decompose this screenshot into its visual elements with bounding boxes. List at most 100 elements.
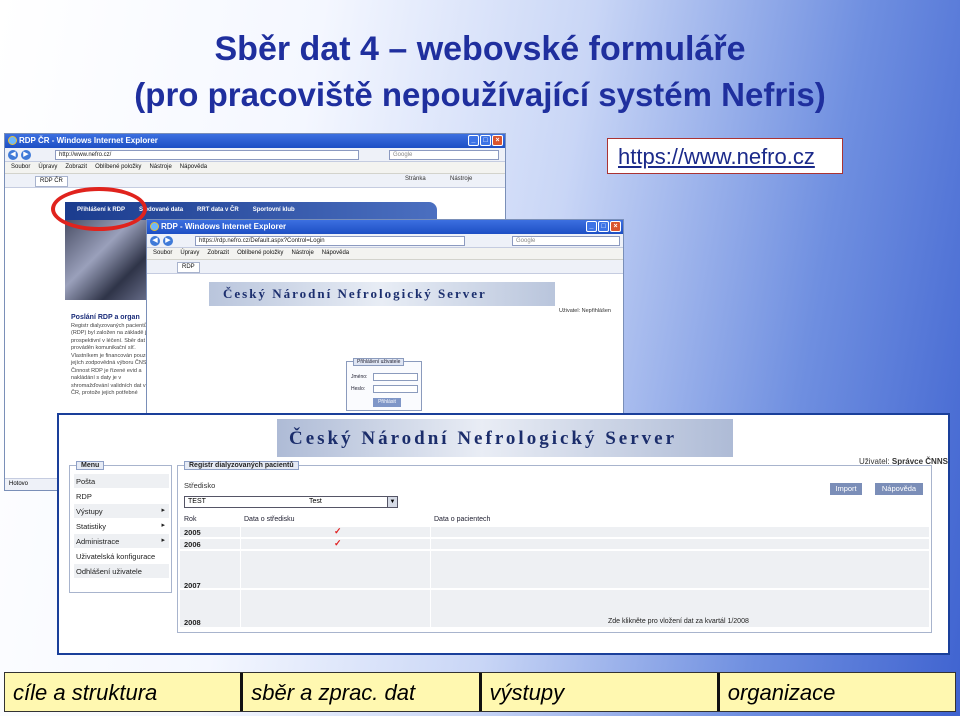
table-row[interactable]: 2007 ✓: [180, 550, 929, 599]
app-screenshot: Český Národní Nefrologický Server Uživat…: [57, 413, 950, 655]
menu-item[interactable]: Oblíbené položky: [95, 164, 141, 173]
site-banner: Český Národní Nefrologický Server: [209, 282, 555, 306]
window-titlebar: RDP ČR - Windows Internet Explorer _ □ ×: [5, 134, 505, 148]
col-center: Data o středisku: [244, 516, 295, 523]
menu-item-posta[interactable]: Pošta: [74, 474, 169, 488]
minimize-button[interactable]: _: [468, 135, 479, 146]
menu-item-administrace[interactable]: Administrace ▸: [74, 534, 169, 548]
menu-item[interactable]: Úpravy: [38, 164, 57, 173]
register-title: Registr dialyzovaných pacientů: [184, 461, 299, 470]
bottom-nav: cíle a struktura sběr a zprac. dat výstu…: [4, 672, 956, 712]
login-title: Přihlášení uživatele: [353, 358, 405, 366]
slide-title-line2: (pro pracoviště nepoužívající systém Nef…: [134, 76, 826, 113]
menu-bar: Soubor Úpravy Zobrazit Oblíbené položky …: [147, 248, 623, 260]
window-title: RDP - Windows Internet Explorer: [161, 222, 287, 231]
address-bar-row: ◀ ▶ https://rdp.nefro.cz/Default.aspx?Co…: [147, 234, 623, 248]
ie-icon: [8, 136, 17, 145]
header-photo: [65, 220, 153, 300]
side-menu: Menu Pošta RDP Výstupy ▸ Statistiky ▸ Admi…: [69, 461, 172, 593]
menu-item[interactable]: Nápověda: [180, 164, 207, 173]
check-icon: ✓: [334, 526, 342, 536]
browser-tab[interactable]: RDP: [177, 262, 200, 273]
menu-item[interactable]: Oblíbené položky: [237, 250, 283, 259]
maximize-button[interactable]: □: [480, 135, 491, 146]
import-button[interactable]: Import: [830, 483, 862, 495]
quarter-entry-link[interactable]: Zde klikněte pro vložení dat za kvartál …: [608, 618, 749, 625]
minimize-button[interactable]: _: [586, 221, 597, 232]
grid-header: Rok Data o středisku Data o pacientech: [180, 515, 929, 525]
highlight-ellipse: [51, 187, 147, 231]
forward-icon[interactable]: ▶: [163, 236, 173, 246]
stredisko-name: Test: [309, 498, 322, 505]
address-bar-row: ◀ ▶ http://www.nefro.cz/ Google: [5, 148, 505, 162]
browser-window-login: RDP - Windows Internet Explorer _ □ × ◀ …: [146, 219, 624, 417]
chevron-down-icon[interactable]: ▼: [387, 497, 397, 507]
window-titlebar: RDP - Windows Internet Explorer _ □ ×: [147, 220, 623, 234]
register-panel: Registr dialyzovaných pacientů Středisko…: [177, 461, 932, 633]
grid-divider: [240, 515, 241, 627]
login-pass-input[interactable]: [373, 385, 418, 393]
close-button[interactable]: ×: [492, 135, 503, 146]
stredisko-select[interactable]: TEST Test ▼: [184, 496, 398, 508]
menu-bar: Soubor Úpravy Zobrazit Oblíbené položky …: [5, 162, 505, 174]
page-menu[interactable]: Stránka: [405, 176, 426, 182]
chevron-right-icon: ▸: [161, 537, 165, 544]
menu-item[interactable]: Zobrazit: [65, 164, 87, 173]
menu-title: Menu: [76, 461, 105, 470]
nav-data-collection[interactable]: sběr a zprac. dat: [243, 673, 482, 711]
browser-tab[interactable]: RDP ČR: [35, 176, 68, 187]
back-icon[interactable]: ◀: [8, 150, 18, 160]
maximize-button[interactable]: □: [598, 221, 609, 232]
menu-item-vystupy[interactable]: Výstupy ▸: [74, 504, 169, 518]
user-status: Uživatel: Nepřihlášen: [559, 308, 611, 314]
forward-icon[interactable]: ▶: [21, 150, 31, 160]
back-icon[interactable]: ◀: [150, 236, 160, 246]
menu-item[interactable]: Soubor: [11, 164, 30, 173]
table-row[interactable]: 2005 ✓: [180, 526, 929, 537]
menu-item-rdp[interactable]: RDP: [74, 489, 169, 503]
menu-item[interactable]: Zobrazit: [207, 250, 229, 259]
tools-menu[interactable]: Nástroje: [450, 176, 472, 182]
login-button[interactable]: Přihlásit: [373, 398, 401, 407]
slide-title-line1: Sběr dat 4 – webovské formuláře: [214, 30, 746, 68]
col-patients: Data o pacientech: [434, 516, 491, 523]
help-button[interactable]: Nápověda: [875, 483, 923, 495]
menu-item[interactable]: Soubor: [153, 250, 172, 259]
menu-item[interactable]: Nápověda: [322, 250, 349, 259]
close-button[interactable]: ×: [610, 221, 621, 232]
menu-item-logout[interactable]: Odhlášení uživatele: [74, 564, 169, 578]
tab-bar: RDP: [147, 260, 623, 274]
stredisko-code: TEST: [188, 498, 206, 505]
stredisko-label: Středisko: [184, 481, 216, 490]
login-name-label: Jméno:: [351, 374, 368, 380]
login-pass-label: Heslo:: [351, 386, 366, 392]
table-row[interactable]: 2008 Zde klikněte pro vložení dat za kva…: [180, 589, 929, 627]
nav-organization[interactable]: organizace: [720, 673, 955, 711]
menu-item-statistiky[interactable]: Statistiky ▸: [74, 519, 169, 533]
menu-item[interactable]: Úpravy: [180, 250, 199, 259]
nav-outputs[interactable]: výstupy: [482, 673, 720, 711]
chevron-right-icon: ▸: [161, 507, 165, 514]
intro-text: Poslání RDP a organ Registr dialyzovanýc…: [71, 314, 155, 398]
login-panel: Přihlášení uživatele Jméno: Heslo: Přihl…: [346, 358, 422, 411]
check-icon: ✓: [334, 538, 342, 548]
menu-item[interactable]: Nástroje: [291, 250, 313, 259]
ie-icon: [150, 222, 159, 231]
table-row[interactable]: 2006 ✓: [180, 538, 929, 549]
address-input[interactable]: http://www.nefro.cz/: [55, 150, 359, 160]
window-title: RDP ČR - Windows Internet Explorer: [19, 136, 158, 145]
login-name-input[interactable]: [373, 373, 418, 381]
nav-goals-structure[interactable]: cíle a struktura: [5, 673, 244, 711]
intro-heading: Poslání RDP a organ: [71, 314, 140, 321]
tab-bar: RDP ČR Stránka Nástroje: [5, 174, 505, 188]
menu-item-user-config[interactable]: Uživatelská konfigurace: [74, 549, 169, 563]
url-link[interactable]: https://www.nefro.cz: [607, 138, 843, 174]
menu-item[interactable]: Nástroje: [149, 164, 171, 173]
grid-divider: [430, 515, 431, 627]
chevron-right-icon: ▸: [161, 522, 165, 529]
app-banner: Český Národní Nefrologický Server: [277, 419, 733, 457]
search-input[interactable]: Google: [512, 236, 620, 246]
intro-body: Registr dialyzovaných pacientů (RDP) byl…: [71, 322, 153, 397]
search-input[interactable]: Google: [389, 150, 499, 160]
address-input[interactable]: https://rdp.nefro.cz/Default.aspx?Contro…: [195, 236, 465, 246]
